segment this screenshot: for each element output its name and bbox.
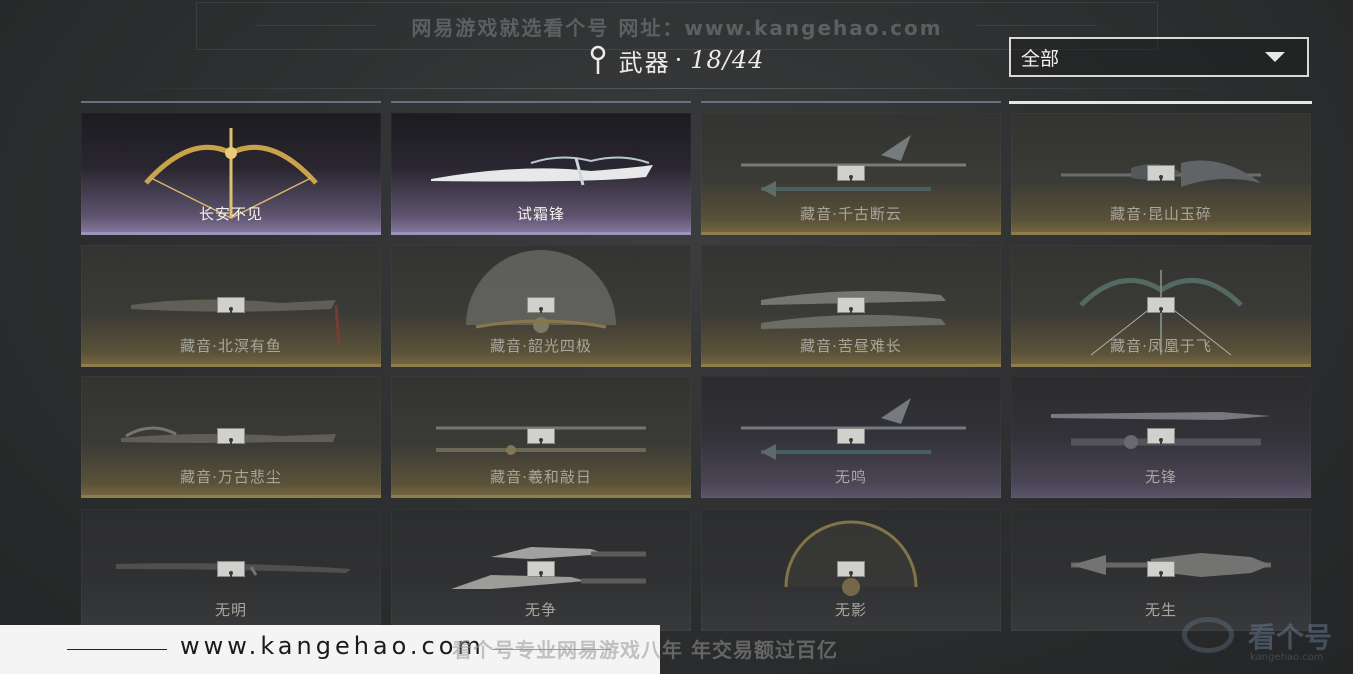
weapon-card[interactable]: 无明 — [81, 509, 381, 631]
logo-ring-icon — [1182, 617, 1234, 653]
lock-icon — [217, 561, 245, 577]
weapon-card[interactable]: 藏音·韶光四极 — [391, 245, 691, 367]
weapon-card[interactable]: 藏音·万古悲尘 — [81, 376, 381, 498]
lock-icon — [1147, 561, 1175, 577]
watermark-logo-sub: kangehao.com — [1250, 652, 1324, 663]
lock-icon — [217, 428, 245, 444]
column-divider — [701, 101, 1001, 103]
weapon-card[interactable]: 藏音·苦昼难长 — [701, 245, 1001, 367]
weapon-name: 无锋 — [1144, 468, 1177, 486]
weapon-card[interactable]: 藏音·千古断云 — [701, 113, 1001, 235]
watermark-site: www.kangehao.com — [180, 632, 485, 660]
lock-icon — [1147, 297, 1175, 313]
weapon-name: 试霜锋 — [516, 205, 565, 223]
weapon-name: 无争 — [524, 601, 557, 619]
weapon-card[interactable]: 无争 — [391, 509, 691, 631]
watermark-logo: 看个号 — [1248, 621, 1333, 654]
weapon-name: 无鸣 — [834, 468, 867, 486]
page-title: 武器 — [618, 48, 671, 77]
weapon-card[interactable]: 无生 — [1011, 509, 1311, 631]
title-separator: · — [674, 46, 685, 74]
weapon-card[interactable]: 试霜锋 — [391, 113, 691, 235]
weapon-name: 藏音·羲和敲日 — [490, 468, 592, 486]
weapon-card[interactable]: 藏音·昆山玉碎 — [1011, 113, 1311, 235]
weapon-name: 藏音·万古悲尘 — [180, 468, 282, 486]
lock-icon — [217, 297, 245, 313]
chevron-down-icon — [1265, 52, 1285, 62]
lock-icon — [1147, 428, 1175, 444]
weapon-name: 无影 — [834, 601, 867, 619]
lock-icon — [837, 165, 865, 181]
weapon-card[interactable]: 无影 — [701, 509, 1001, 631]
weapon-card[interactable]: 藏音·凤凰于飞 — [1011, 245, 1311, 367]
weapon-name: 藏音·凤凰于飞 — [1110, 337, 1212, 355]
watermark-line — [67, 649, 167, 650]
lock-icon — [527, 428, 555, 444]
lock-icon — [527, 561, 555, 577]
weapon-card[interactable]: 长安不见 — [81, 113, 381, 235]
lock-icon — [1147, 165, 1175, 181]
weapon-card[interactable]: 藏音·北溟有鱼 — [81, 245, 381, 367]
watermark-slogan: 看个号专业网易游戏八年 年交易额过百亿 — [452, 638, 838, 662]
column-divider-active — [1009, 101, 1312, 104]
filter-selected-label: 全部 — [1021, 47, 1060, 70]
column-divider — [81, 101, 381, 103]
weapon-name: 无明 — [214, 601, 247, 619]
weapon-card[interactable]: 无锋 — [1011, 376, 1311, 498]
lock-icon — [837, 561, 865, 577]
weapon-name: 藏音·北溟有鱼 — [180, 337, 282, 355]
weapon-name: 藏音·韶光四极 — [490, 337, 592, 355]
header-divider — [92, 88, 1262, 89]
weapon-name: 藏音·苦昼难长 — [800, 337, 902, 355]
weapon-card[interactable]: 无鸣 — [701, 376, 1001, 498]
category-filter-dropdown[interactable]: 全部 — [1009, 37, 1309, 77]
weapon-name: 藏音·千古断云 — [800, 205, 902, 223]
weapon-name: 藏音·昆山玉碎 — [1110, 205, 1212, 223]
watermark-text: 网易游戏就选看个号 网址：www.kangehao.com — [411, 15, 943, 40]
column-divider — [391, 101, 691, 103]
location-pin-icon — [590, 45, 605, 74]
lock-icon — [837, 428, 865, 444]
weapon-name: 长安不见 — [198, 205, 263, 223]
lock-icon — [527, 297, 555, 313]
lock-icon — [837, 297, 865, 313]
weapon-card[interactable]: 藏音·羲和敲日 — [391, 376, 691, 498]
collection-count: 18/44 — [690, 46, 765, 74]
